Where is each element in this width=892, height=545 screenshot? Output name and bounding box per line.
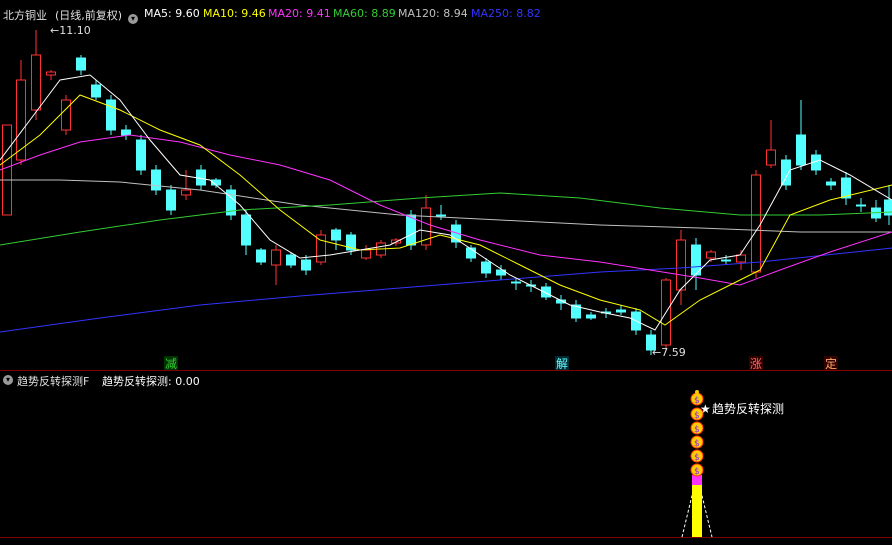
candle-body [706, 251, 716, 259]
candle-body [31, 54, 41, 111]
candle-body [736, 254, 746, 263]
indicator-title[interactable]: 趋势反转探测F [17, 373, 89, 389]
coin-icon-symbol: $ [694, 425, 700, 435]
reversal-annotation: 趋势反转探测 [712, 401, 784, 416]
candle-body [286, 254, 296, 266]
candle-body [436, 214, 446, 217]
star-icon: ★ [700, 402, 711, 416]
candle-body [751, 174, 761, 273]
candle-body [796, 134, 806, 166]
candle-body [121, 129, 131, 136]
high-price-label: ←11.10 [50, 24, 91, 37]
indicator-value: 趋势反转探测: 0.00 [102, 375, 200, 388]
signal-marker-text: 减 [165, 357, 177, 371]
candle-body [616, 309, 626, 313]
candle-body [361, 249, 371, 259]
coin-cap-icon [695, 390, 699, 394]
candle-body [91, 84, 101, 98]
candle-body [106, 99, 116, 131]
candle-body [541, 286, 551, 298]
candle-body [136, 139, 146, 171]
candle-body [2, 124, 12, 216]
indicator-header: ▾ 趋势反转探测F 趋势反转探测: 0.00 [0, 371, 892, 389]
candle-body [481, 261, 491, 274]
candle-body [46, 71, 56, 76]
candle-body [151, 169, 161, 191]
candle-body [721, 259, 731, 262]
candle-body [511, 281, 521, 284]
candle-body [331, 229, 341, 241]
candle-body [766, 149, 776, 166]
candle-body [856, 204, 866, 207]
signal-bar [692, 485, 702, 537]
candle-body [271, 249, 281, 266]
signal-marker-text: 解 [556, 357, 568, 371]
candle-body [241, 214, 251, 246]
coin-icon-symbol: $ [694, 411, 700, 421]
candle-body [61, 99, 71, 131]
coin-icon-symbol: $ [694, 453, 700, 463]
candle-body [166, 189, 176, 211]
candle-body [181, 189, 191, 196]
coin-icon-symbol: $ [694, 396, 700, 406]
signal-marker-text: 定 [825, 356, 837, 371]
low-price-label: ←7.59 [652, 346, 686, 359]
candle-body [316, 234, 326, 263]
candle-body [586, 314, 596, 319]
candle-body [826, 181, 836, 186]
candle-body [676, 239, 686, 291]
kline-chart[interactable]: ←11.10←7.59减解涨定$$$$$$★ 趋势反转探测 [0, 0, 892, 545]
coin-icon-symbol: $ [694, 467, 700, 477]
candle-body [16, 79, 26, 161]
candle-body [301, 259, 311, 271]
coin-icon-symbol: $ [694, 439, 700, 449]
candle-body [406, 214, 416, 246]
signal-marker-text: 涨 [750, 356, 762, 371]
candle-body [76, 57, 86, 71]
candle-body [256, 249, 266, 263]
